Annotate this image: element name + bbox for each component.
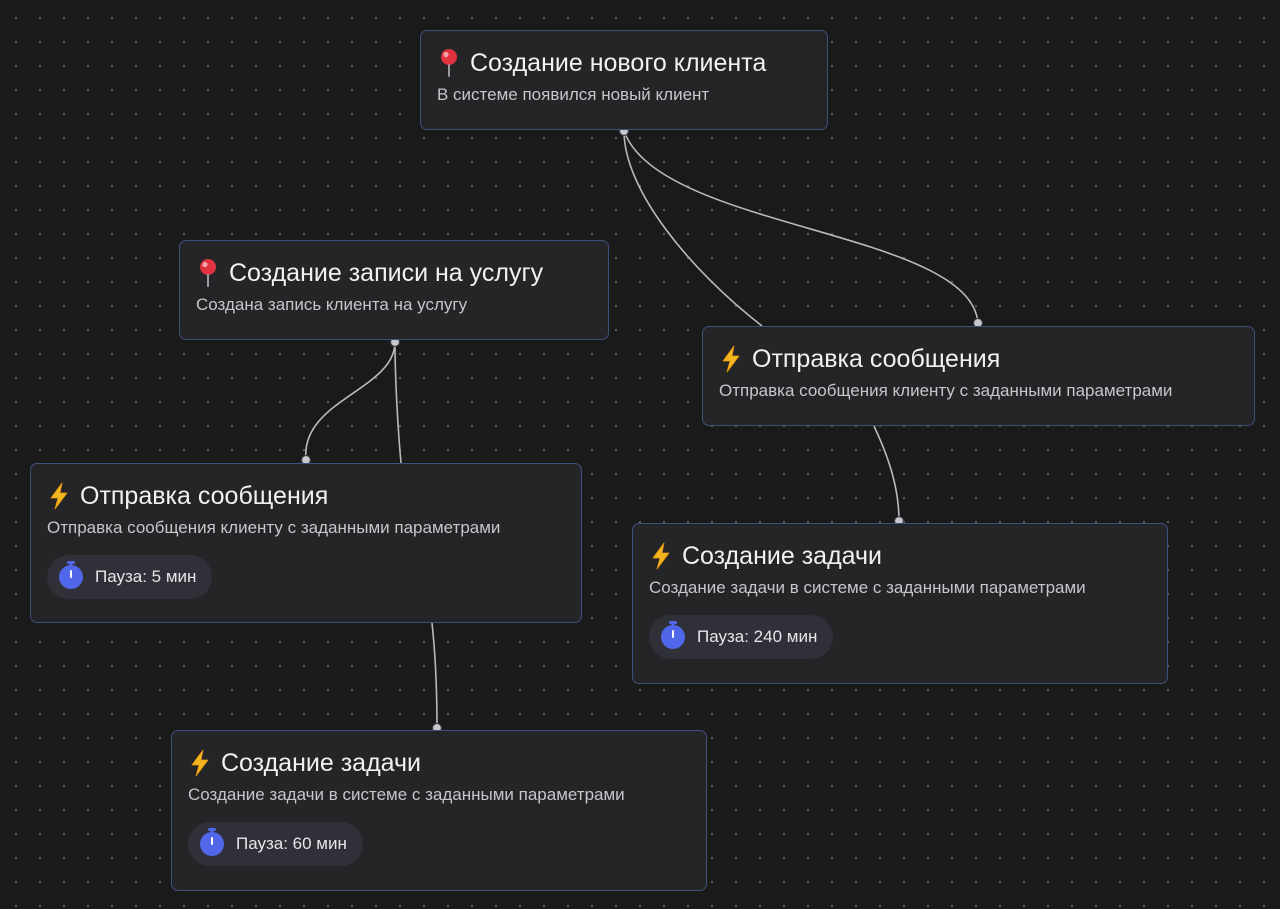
lightning-icon xyxy=(719,344,743,374)
node-description: Создание задачи в системе с заданными па… xyxy=(188,785,625,804)
node-description: Отправка сообщения клиенту с заданными п… xyxy=(47,518,501,537)
node-action-create-task-right[interactable]: Создание задачи Создание задачи в систем… xyxy=(632,523,1168,684)
node-description: Создана запись клиента на услугу xyxy=(196,295,468,314)
pause-label: Пауза: 240 мин xyxy=(697,627,818,646)
pause-badge[interactable]: Пауза: 240 мин xyxy=(649,615,834,659)
pin-icon xyxy=(437,48,461,78)
stopwatch-icon xyxy=(659,620,687,655)
edge-new-client-to-message-right-port[interactable] xyxy=(623,130,979,324)
node-action-send-message-left[interactable]: Отправка сообщения Отправка сообщения кл… xyxy=(30,463,582,623)
lightning-icon xyxy=(188,748,212,778)
node-action-send-message-right[interactable]: Отправка сообщения Отправка сообщения кл… xyxy=(702,326,1255,426)
node-description: В системе появился новый клиент xyxy=(437,85,710,104)
pause-badge[interactable]: Пауза: 60 мин xyxy=(188,822,363,866)
pause-badge[interactable]: Пауза: 5 мин xyxy=(47,555,213,599)
stopwatch-icon xyxy=(57,560,85,595)
node-title: Создание задачи xyxy=(221,749,421,777)
pause-label: Пауза: 5 мин xyxy=(95,567,197,586)
node-title: Создание записи на услугу xyxy=(229,259,544,287)
node-title: Создание нового клиента xyxy=(470,49,767,77)
node-title: Отправка сообщения xyxy=(80,482,329,510)
lightning-icon xyxy=(47,481,71,511)
lightning-icon xyxy=(649,541,673,571)
node-description: Отправка сообщения клиенту с заданными п… xyxy=(719,381,1173,400)
edge-booking-to-message-left-port[interactable] xyxy=(305,341,396,461)
stopwatch-icon xyxy=(198,827,226,862)
node-description: Создание задачи в системе с заданными па… xyxy=(649,578,1086,597)
node-trigger-booking[interactable]: Создание записи на услугу Создана запись… xyxy=(179,240,609,340)
node-trigger-new-client[interactable]: Создание нового клиента В системе появил… xyxy=(420,30,828,130)
edge-booking-to-message-left[interactable] xyxy=(394,341,402,464)
pin-icon xyxy=(196,258,220,288)
edge-message-right-to-task-right[interactable] xyxy=(873,425,900,522)
pause-label: Пауза: 60 мин xyxy=(236,834,347,853)
node-title: Отправка сообщения xyxy=(752,345,1001,373)
edge-message-left-to-task-left[interactable] xyxy=(431,622,438,729)
node-action-create-task-left[interactable]: Создание задачи Создание задачи в систем… xyxy=(171,730,707,891)
node-title: Создание задачи xyxy=(682,542,882,570)
